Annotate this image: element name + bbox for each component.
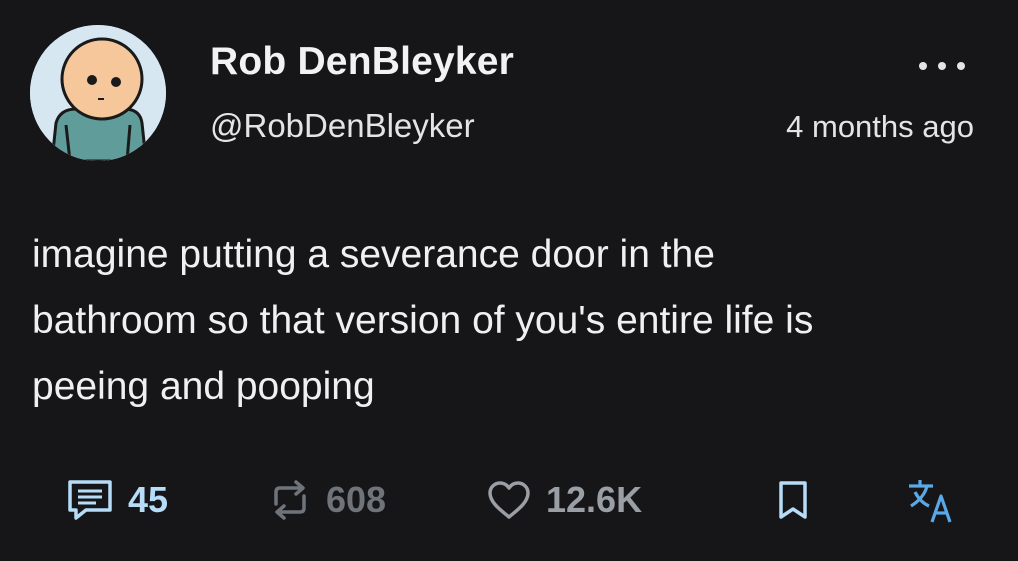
more-dots-icon xyxy=(919,62,965,70)
repost-button[interactable]: 608 xyxy=(268,470,386,530)
author-handle[interactable]: @RobDenBleyker xyxy=(210,107,475,145)
translate-button[interactable] xyxy=(906,470,956,530)
more-options-button[interactable] xyxy=(912,48,972,84)
post-card: Rob DenBleyker @RobDenBleyker 4 months a… xyxy=(0,0,1018,561)
reply-button[interactable]: 45 xyxy=(66,470,168,530)
avatar[interactable] xyxy=(30,25,166,161)
post-text-line: peeing and pooping xyxy=(32,365,375,408)
post-text: imagine putting a severance door in the … xyxy=(32,222,992,420)
like-count: 12.6K xyxy=(546,479,643,520)
repost-count: 608 xyxy=(326,479,387,520)
post-timestamp[interactable]: 4 months ago xyxy=(786,109,974,145)
reply-count: 45 xyxy=(128,479,169,520)
like-button[interactable]: 12.6K xyxy=(486,470,642,530)
post-text-line: bathroom so that version of you's entire… xyxy=(32,299,814,342)
bookmark-icon xyxy=(779,481,807,519)
reply-icon xyxy=(68,480,112,520)
avatar-image xyxy=(30,25,166,161)
post-text-line: imagine putting a severance door in the xyxy=(32,233,715,276)
heart-icon xyxy=(488,481,530,519)
bookmark-button[interactable] xyxy=(776,470,810,530)
post-actions-bar: 45 608 12.6K xyxy=(0,470,1018,530)
translate-icon xyxy=(909,480,952,523)
repost-icon xyxy=(274,480,306,520)
author-display-name[interactable]: Rob DenBleyker xyxy=(210,40,514,84)
